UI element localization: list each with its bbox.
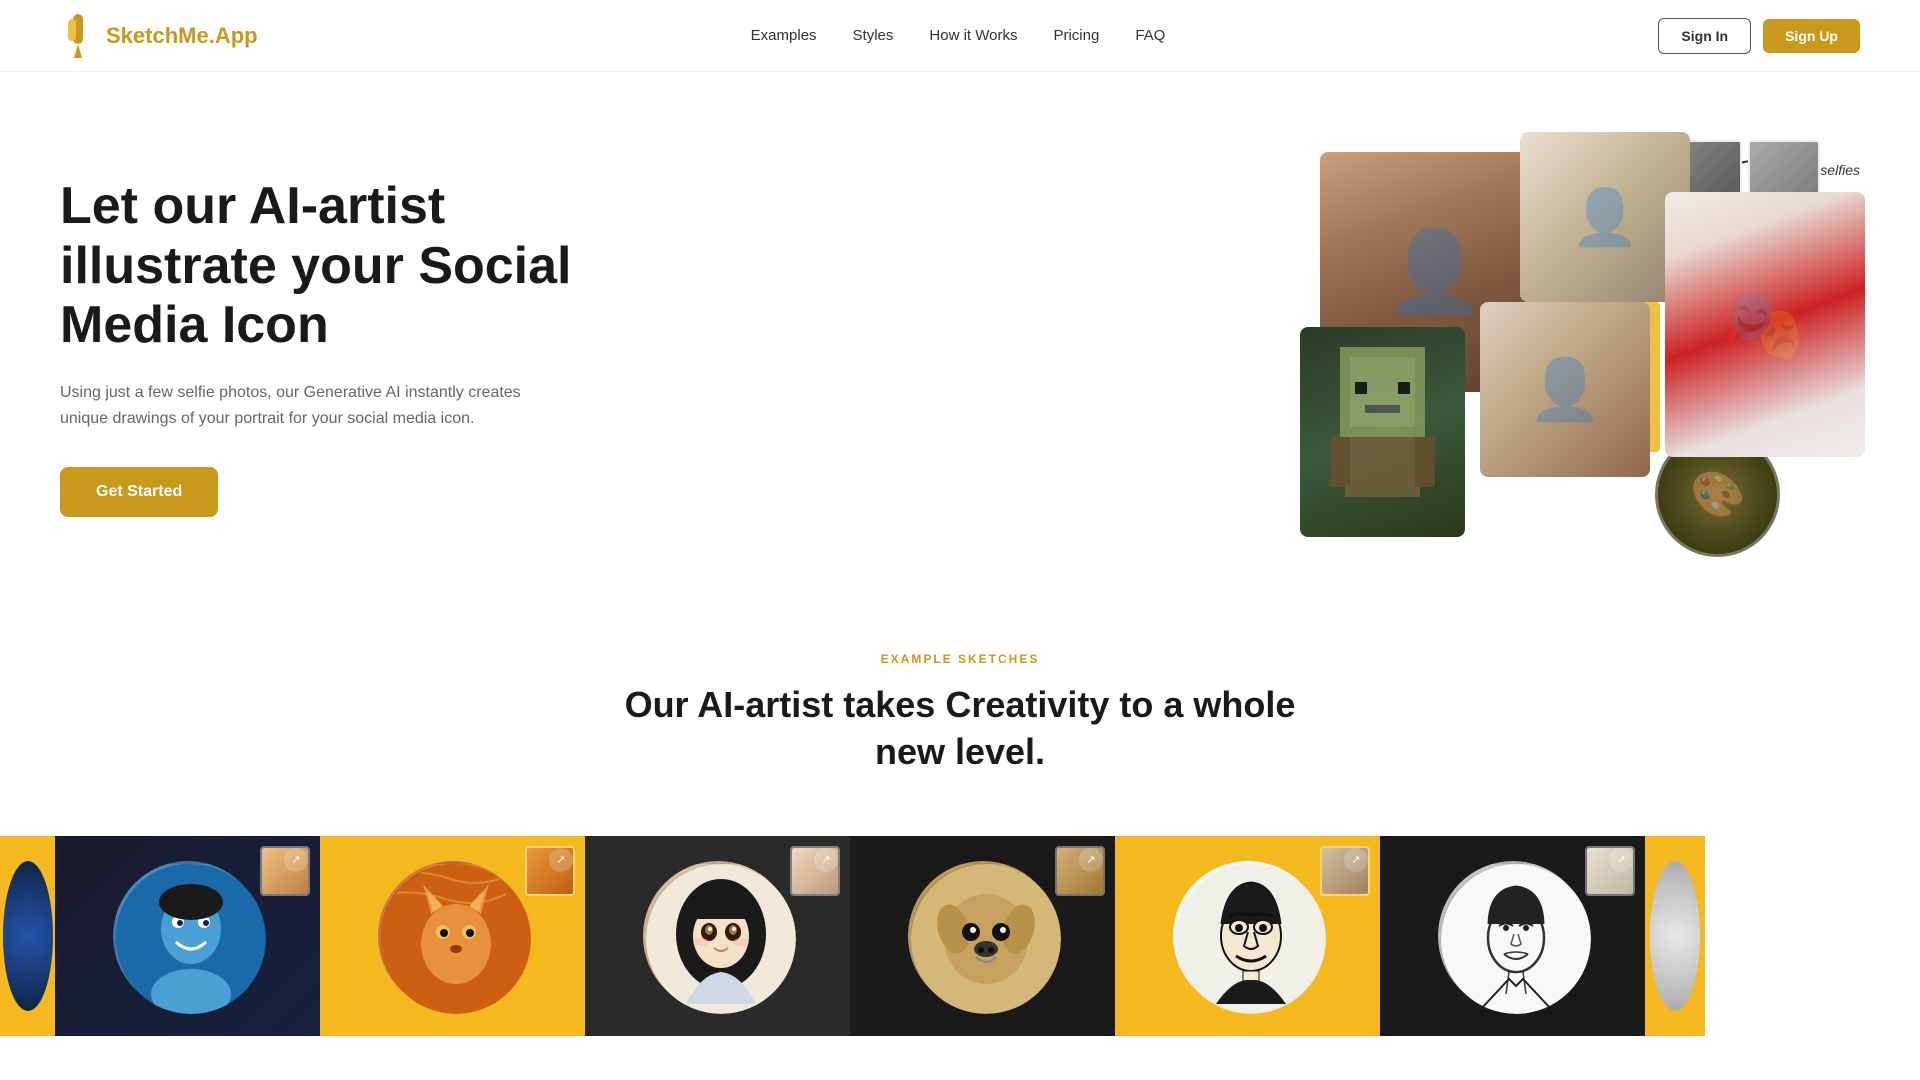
- gallery-item-1: ↗: [55, 836, 320, 1036]
- get-started-button[interactable]: Get Started: [60, 467, 218, 517]
- pixel-art-face: [1300, 327, 1465, 537]
- hero-left: Let our AI-artist illustrate your Social…: [60, 177, 620, 518]
- nav-faq[interactable]: FAQ: [1135, 27, 1165, 44]
- gallery-item-5: ↗: [1115, 836, 1380, 1036]
- examples-label: EXAMPLE SKETCHES: [0, 652, 1920, 666]
- gallery-sketch-3: [643, 861, 793, 1011]
- nav-how-it-works[interactable]: How it Works: [929, 27, 1017, 44]
- hero-section: Let our AI-artist illustrate your Social…: [0, 72, 1920, 602]
- gallery-item-2: ↗: [320, 836, 585, 1036]
- nav-actions: Sign In Sign Up: [1658, 18, 1860, 54]
- hero-right: your selfies 👤 👤: [1300, 132, 1860, 562]
- gallery-svg-4: [911, 864, 1061, 1014]
- logo-link[interactable]: SketchMe.App: [60, 14, 258, 58]
- nav-styles[interactable]: Styles: [853, 27, 894, 44]
- hero-title: Let our AI-artist illustrate your Social…: [60, 177, 620, 356]
- nav-examples[interactable]: Examples: [751, 27, 817, 44]
- gallery-item-6: ↗: [1380, 836, 1645, 1036]
- gallery-row: ↗ ↗: [0, 836, 1920, 1036]
- face-3-realistic: 👤: [1480, 302, 1650, 477]
- examples-title: Our AI-artist takes Creativity to a whol…: [0, 682, 1920, 776]
- red-illustration: 🎭: [1665, 192, 1865, 457]
- pixel-art-svg: [1300, 327, 1465, 537]
- gallery-arrow-2: ↗: [549, 848, 573, 872]
- gallery-sketch-2: [378, 861, 528, 1011]
- gallery-item-edge-left: [0, 836, 55, 1036]
- gallery-item-4: ↗: [850, 836, 1115, 1036]
- gallery-svg-5: [1176, 864, 1326, 1014]
- nav-pricing[interactable]: Pricing: [1053, 27, 1099, 44]
- gallery-arrow-5: ↗: [1344, 848, 1368, 872]
- gallery-svg-1: [116, 864, 266, 1014]
- gallery-sketch-5: [1173, 861, 1323, 1011]
- gallery-sketch-6: [1438, 861, 1588, 1011]
- gallery-sketch-partial-right: [1650, 861, 1700, 1011]
- gallery-svg-3: [646, 864, 796, 1014]
- examples-section: EXAMPLE SKETCHES Our AI-artist takes Cre…: [0, 602, 1920, 806]
- gallery-svg-6: [1441, 864, 1591, 1014]
- signup-button[interactable]: Sign Up: [1763, 19, 1860, 53]
- signin-button[interactable]: Sign In: [1658, 18, 1751, 54]
- gallery-arrow-6: ↗: [1609, 848, 1633, 872]
- gallery-item-edge-right: [1645, 836, 1705, 1036]
- gallery-arrow-4: ↗: [1079, 848, 1103, 872]
- gallery-svg-2: [381, 864, 531, 1014]
- gallery-sketch-1: [113, 861, 263, 1011]
- logo-text: SketchMe.App: [106, 23, 258, 49]
- gallery-sketch-partial-left: [3, 861, 53, 1011]
- nav-links: Examples Styles How it Works Pricing FAQ: [751, 27, 1166, 44]
- navbar: SketchMe.App Examples Styles How it Work…: [0, 0, 1920, 72]
- gallery-sketch-4: [908, 861, 1058, 1011]
- gallery-arrow-1: ↗: [284, 848, 308, 872]
- hero-description: Using just a few selfie photos, our Gene…: [60, 380, 540, 431]
- gallery-arrow-3: ↗: [814, 848, 838, 872]
- logo-icon: [60, 14, 96, 58]
- gallery-item-3: ↗: [585, 836, 850, 1036]
